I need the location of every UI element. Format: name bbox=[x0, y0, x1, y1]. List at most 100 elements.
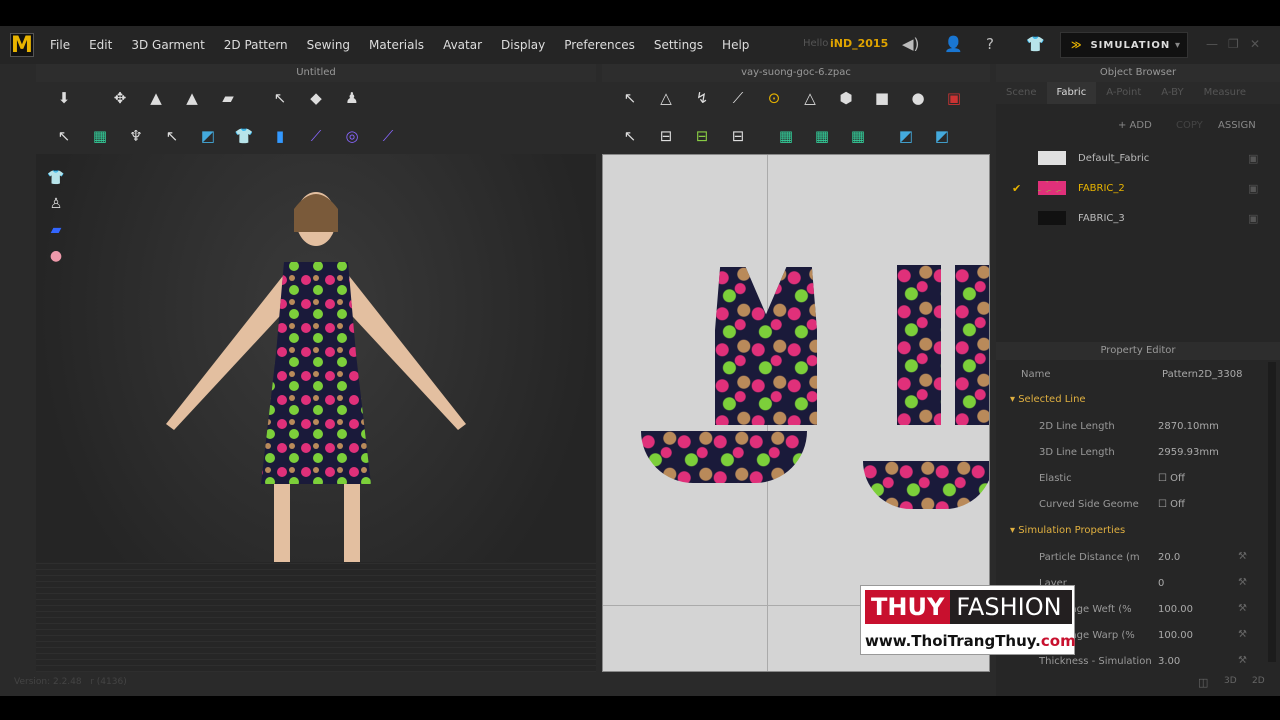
avatar-display-icon[interactable]: ♙ bbox=[46, 196, 66, 214]
user-name[interactable]: iND_2015 bbox=[830, 37, 888, 50]
layout-split-icon[interactable]: ◫ bbox=[1198, 676, 1208, 689]
tack-tool-icon[interactable]: ◆ bbox=[304, 88, 328, 108]
scrollbar[interactable] bbox=[1268, 362, 1276, 662]
menu-file[interactable]: File bbox=[50, 38, 70, 52]
pin-tool-icon[interactable]: ↖ bbox=[268, 88, 292, 108]
menu-materials[interactable]: Materials bbox=[369, 38, 424, 52]
back-skirt-pattern[interactable] bbox=[863, 461, 989, 509]
tape-tool-icon[interactable]: ⟋ bbox=[376, 126, 400, 146]
wrench-icon[interactable]: ⚒ bbox=[1238, 655, 1247, 666]
wrench-icon[interactable]: ⚒ bbox=[1238, 577, 1247, 588]
curved-checkbox[interactable]: ☐ Off bbox=[1158, 499, 1185, 510]
shirt-tool-icon[interactable]: 👕 bbox=[232, 126, 256, 146]
tab-a-by[interactable]: A-BY bbox=[1151, 82, 1193, 104]
close-icon[interactable]: ✕ bbox=[1250, 37, 1260, 51]
circumference-tool-icon[interactable]: ◎ bbox=[340, 126, 364, 146]
tab-measure[interactable]: Measure bbox=[1194, 82, 1257, 104]
add-point-icon[interactable]: ⟋ bbox=[726, 88, 750, 108]
menu-3d-garment[interactable]: 3D Garment bbox=[131, 38, 204, 52]
menu-settings[interactable]: Settings bbox=[654, 38, 703, 52]
select-mesh-icon[interactable]: ↖ bbox=[160, 126, 184, 146]
rectangle-icon[interactable]: ■ bbox=[870, 88, 894, 108]
free-sew-icon[interactable]: ⊟ bbox=[690, 126, 714, 146]
prop-value[interactable]: 100.00 bbox=[1158, 604, 1193, 615]
folder-tool-icon[interactable]: ▰ bbox=[216, 88, 240, 108]
layout-3d-icon[interactable]: 3D bbox=[1224, 676, 1237, 686]
section-simulation-properties[interactable]: ▾ Simulation Properties bbox=[1010, 525, 1125, 536]
graphic-icon[interactable]: ◩ bbox=[894, 126, 918, 146]
fabric-menu-icon[interactable]: ▣ bbox=[1248, 212, 1258, 225]
texture-select-icon[interactable]: ▦ bbox=[774, 126, 798, 146]
texture-display-icon[interactable]: ▰ bbox=[46, 222, 66, 240]
assign-button[interactable]: ASSIGN bbox=[1218, 120, 1256, 131]
texture-edit-icon[interactable]: ▦ bbox=[846, 126, 870, 146]
prop-value[interactable]: 0 bbox=[1158, 578, 1164, 589]
speaker-icon[interactable]: ◀) bbox=[902, 35, 919, 53]
dropdown-icon[interactable]: ▾ bbox=[1175, 40, 1181, 51]
point-icon[interactable]: ⊙ bbox=[762, 88, 786, 108]
fold-tool-icon[interactable]: ♆ bbox=[124, 126, 148, 146]
grid-tool-icon[interactable]: ▦ bbox=[88, 126, 112, 146]
menu-2d-pattern[interactable]: 2D Pattern bbox=[224, 38, 288, 52]
skin-display-icon[interactable]: ● bbox=[46, 248, 66, 266]
restore-icon[interactable]: ❐ bbox=[1228, 37, 1239, 51]
add-garment-icon[interactable]: 👕 bbox=[1026, 35, 1045, 53]
user-icon[interactable]: 👤 bbox=[944, 35, 963, 53]
garment-display-icon[interactable]: 👕 bbox=[46, 170, 66, 188]
minimize-icon[interactable]: — bbox=[1206, 37, 1218, 51]
elastic-checkbox[interactable]: ☐ Off bbox=[1158, 473, 1185, 484]
polygon-icon[interactable]: ⬢ bbox=[834, 88, 858, 108]
transform-pattern-icon[interactable]: ↖ bbox=[618, 88, 642, 108]
fabric-menu-icon[interactable]: ▣ bbox=[1248, 182, 1258, 195]
tab-scene[interactable]: Scene bbox=[996, 82, 1047, 104]
prop-value[interactable]: 100.00 bbox=[1158, 630, 1193, 641]
garment-tool2-icon[interactable]: ▲ bbox=[180, 88, 204, 108]
select-seam-icon[interactable]: ↖ bbox=[618, 126, 642, 146]
section-selected-line[interactable]: ▾ Selected Line bbox=[1010, 394, 1086, 405]
prop-value[interactable]: 20.0 bbox=[1158, 552, 1180, 563]
3d-viewport[interactable]: 👕 ♙ ▰ ● bbox=[36, 154, 596, 672]
menu-edit[interactable]: Edit bbox=[89, 38, 112, 52]
sew-icon[interactable]: ⊟ bbox=[726, 126, 750, 146]
wrench-icon[interactable]: ⚒ bbox=[1238, 603, 1247, 614]
fabric-item-selected[interactable]: ✔ FABRIC_2 ▣ bbox=[996, 174, 1280, 202]
menu-preferences[interactable]: Preferences bbox=[564, 38, 635, 52]
fabric-menu-icon[interactable]: ▣ bbox=[1248, 152, 1258, 165]
help-icon[interactable]: ? bbox=[986, 35, 994, 53]
fabric-item[interactable]: Default_Fabric ▣ bbox=[996, 144, 1280, 172]
back-bodice-right-pattern[interactable] bbox=[955, 265, 989, 425]
prop-value[interactable]: 3.00 bbox=[1158, 656, 1180, 667]
prop-value[interactable]: Pattern2D_3308 bbox=[1162, 369, 1243, 380]
select-tool-icon[interactable]: ↖ bbox=[52, 126, 76, 146]
edit-curve-icon[interactable]: △ bbox=[798, 88, 822, 108]
tab-a-point[interactable]: A-Point bbox=[1096, 82, 1151, 104]
garment-tool-icon[interactable]: ▲ bbox=[144, 88, 168, 108]
move-tool-icon[interactable]: ✥ bbox=[108, 88, 132, 108]
fabric-item[interactable]: FABRIC_3 ▣ bbox=[996, 204, 1280, 232]
tab-fabric[interactable]: Fabric bbox=[1046, 82, 1097, 104]
trace-icon[interactable]: ▣ bbox=[942, 88, 966, 108]
layout-2d-icon[interactable]: 2D bbox=[1252, 676, 1265, 686]
back-bodice-left-pattern[interactable] bbox=[897, 265, 941, 425]
menu-help[interactable]: Help bbox=[722, 38, 749, 52]
shirt2-tool-icon[interactable]: ▮ bbox=[268, 126, 292, 146]
graphic-edit-icon[interactable]: ◩ bbox=[930, 126, 954, 146]
arrow-down-tool-icon[interactable]: ⬇ bbox=[52, 88, 76, 108]
simulation-button[interactable]: ≫ SIMULATION ▾ bbox=[1060, 32, 1188, 58]
copy-button[interactable]: COPY bbox=[1176, 120, 1203, 131]
curve-point-icon[interactable]: ↯ bbox=[690, 88, 714, 108]
measure-tool-icon[interactable]: ⟋ bbox=[304, 126, 328, 146]
segment-sew-icon[interactable]: ⊟ bbox=[654, 126, 678, 146]
menu-sewing[interactable]: Sewing bbox=[307, 38, 350, 52]
front-bodice-pattern[interactable] bbox=[715, 267, 817, 425]
texture-icon[interactable]: ▦ bbox=[810, 126, 834, 146]
mesh-tool-icon[interactable]: ◩ bbox=[196, 126, 220, 146]
menu-avatar[interactable]: Avatar bbox=[443, 38, 482, 52]
menu-display[interactable]: Display bbox=[501, 38, 545, 52]
circle-icon[interactable]: ● bbox=[906, 88, 930, 108]
wrench-icon[interactable]: ⚒ bbox=[1238, 551, 1247, 562]
edit-pattern-icon[interactable]: △ bbox=[654, 88, 678, 108]
wrench-icon[interactable]: ⚒ bbox=[1238, 629, 1247, 640]
add-button[interactable]: + ADD bbox=[1118, 120, 1152, 131]
front-skirt-pattern[interactable] bbox=[641, 431, 807, 483]
